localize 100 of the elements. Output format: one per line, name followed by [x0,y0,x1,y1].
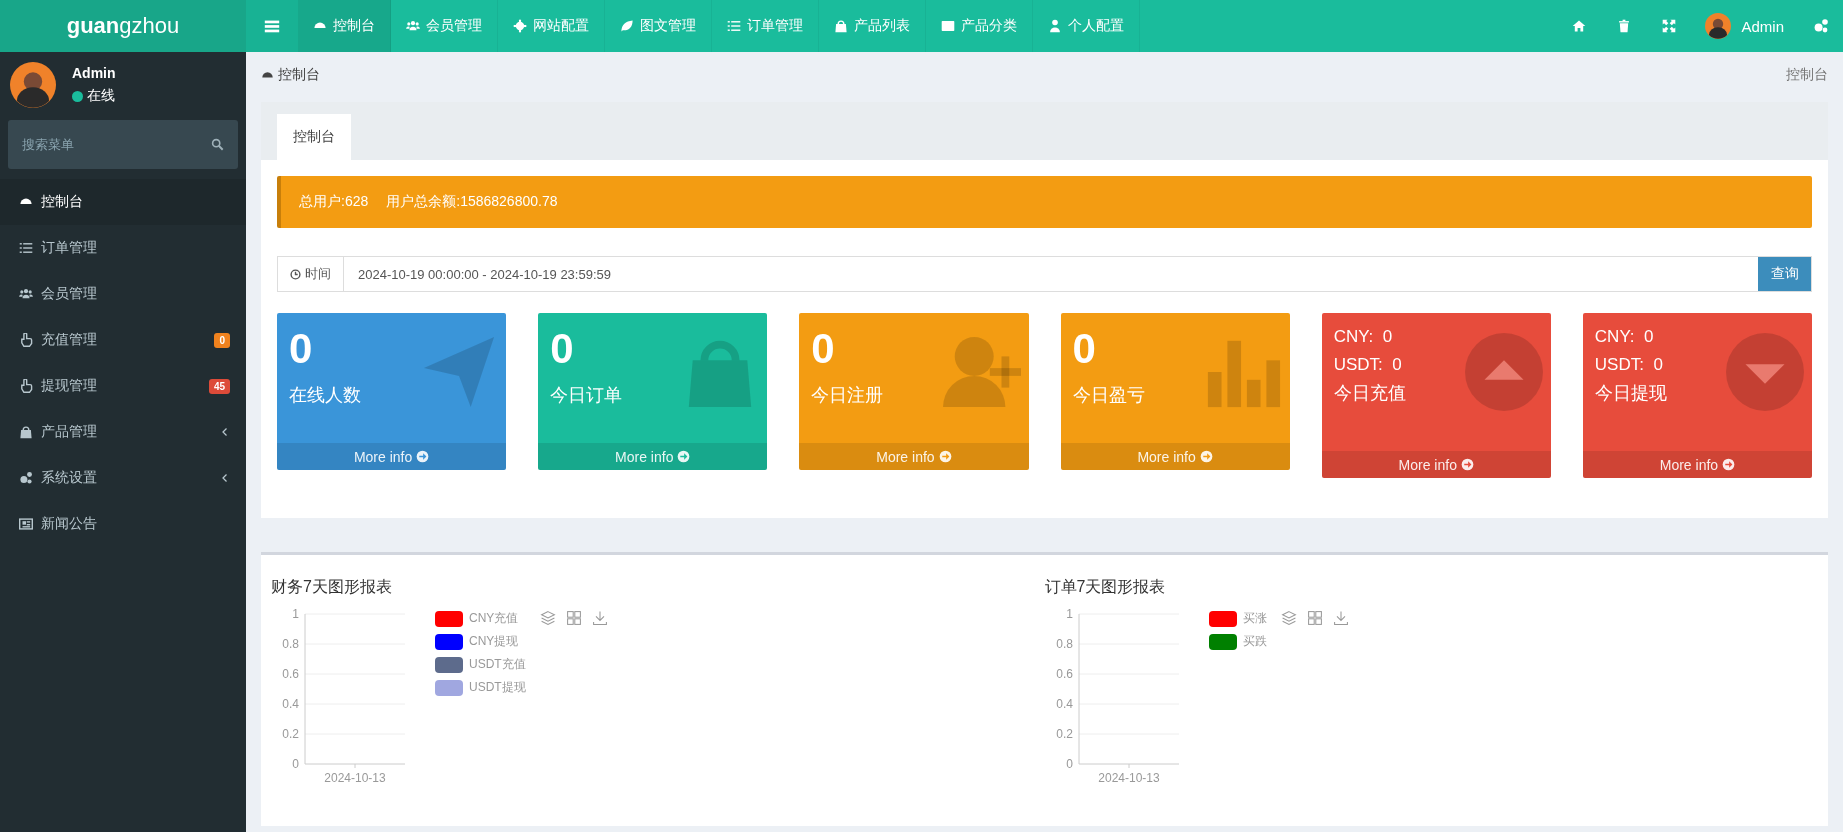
bag-icon [19,425,33,439]
users-icon [406,19,420,33]
person-icon [1048,19,1062,33]
y-tick-label: 1 [292,607,299,621]
y-tick-label: 0.2 [282,727,299,741]
sidebar-item[interactable]: 控制台 [0,179,246,225]
date-label: 时间 [305,265,331,283]
legend-label[interactable]: CNY充值 [469,610,519,627]
nav-tab[interactable]: 产品分类 [926,0,1033,52]
status-dot [72,90,83,102]
stat-value: 0 [289,324,313,374]
legend-label[interactable]: CNY提现 [469,633,519,650]
avatar [10,62,56,108]
more-info-link[interactable]: More info [277,443,507,470]
list-icon [19,241,33,255]
arrow-circle-icon [1460,458,1474,471]
pointing-hand-icon [19,333,33,347]
grid-icon[interactable] [1306,610,1323,626]
home-icon[interactable] [1571,19,1586,33]
users-icon [19,287,33,301]
y-tick-label: 0.8 [1055,637,1073,651]
nav-tab[interactable]: 会员管理 [391,0,498,52]
x-tick-label: 2024-10-13 [324,771,386,785]
stat-value: CNY: 0 [1333,326,1393,348]
nav-tab[interactable]: 图文管理 [605,0,712,52]
leaf-icon [620,19,634,33]
expand-icon[interactable] [1661,19,1676,33]
breadcrumb[interactable]: 控制台 [261,66,320,84]
avatar [1705,13,1732,39]
summary-text: 总用户:628 [299,193,369,211]
sidebar-item[interactable]: 会员管理 [0,271,246,317]
x-tick-label: 2024-10-13 [1097,771,1160,785]
stat-value: USDT: 0 [1333,354,1402,376]
sidebar-item[interactable]: 提现管理 45 [0,363,246,409]
layers-icon[interactable] [1280,610,1297,626]
count-badge: 45 [208,378,230,394]
user-name[interactable]: Admin [1741,17,1784,35]
sidebar-item[interactable]: 订单管理 [0,225,246,271]
card-icon [941,19,955,33]
y-tick-label: 0.4 [282,697,299,711]
gears-icon[interactable] [1812,18,1829,34]
list-icon [727,19,741,33]
y-tick-label: 1 [1065,607,1073,621]
nav-tab[interactable]: 个人配置 [1033,0,1140,52]
clock-icon [290,268,301,280]
tab[interactable]: 控制台 [277,114,351,160]
y-tick-label: 0.8 [282,637,299,651]
legend-label[interactable]: USDT充值 [469,656,526,673]
logo[interactable]: guangzhou [0,0,246,52]
grid-icon[interactable] [565,610,582,626]
search-icon[interactable] [211,138,224,151]
summary-text: 用户总余额:1586826800.78 [386,193,558,211]
legend-label[interactable]: USDT提现 [469,679,526,696]
sidebar-item[interactable]: 产品管理 [0,409,246,455]
more-info-link[interactable]: More info [1582,451,1812,478]
date-range-value[interactable]: 2024-10-19 00:00:00 - 2024-10-19 23:59:59 [344,257,1758,291]
chart-title: 财务7天图形报表 [271,577,393,597]
search-field[interactable]: 搜索菜单 [8,120,238,169]
more-info-link[interactable]: More info [538,443,768,470]
pointing-hand-icon [19,379,33,393]
stat-label: 今日注册 [811,384,884,407]
download-icon[interactable] [591,610,608,626]
trash-icon[interactable] [1616,19,1631,33]
nav-tab[interactable]: 网站配置 [498,0,605,52]
sidebar-item[interactable]: 新闻公告 [0,501,246,547]
y-tick-label: 0.6 [1055,667,1073,681]
sidebar-item[interactable]: 充值管理 0 [0,317,246,363]
menu-toggle-button[interactable] [246,0,298,52]
stat-value: 0 [1072,324,1096,374]
y-tick-label: 0.6 [282,667,299,681]
breadcrumb-current: 控制台 [1786,66,1828,84]
stat-value: 0 [550,324,574,374]
more-info-link[interactable]: More info [1321,451,1551,478]
stat-value: 0 [811,324,835,374]
more-info-link[interactable]: More info [799,443,1029,470]
nav-tab[interactable]: 控制台 [298,0,391,52]
newspaper-icon [19,517,33,531]
more-info-link[interactable]: More info [1060,443,1290,470]
count-badge: 0 [214,332,230,348]
sidebar-item[interactable]: 系统设置 [0,455,246,501]
legend-label[interactable]: 买涨 [1242,610,1267,627]
layers-icon[interactable] [539,610,556,626]
arrow-circle-icon [1722,458,1736,471]
arrow-circle-icon [416,450,430,463]
nav-tab[interactable]: 产品列表 [819,0,926,52]
nav-tab[interactable]: 订单管理 [712,0,819,52]
chart-title: 订单7天图形报表 [1044,577,1167,597]
date-range-field[interactable]: 时间 2024-10-19 00:00:00 - 2024-10-19 23:59:59 查询 [277,256,1812,292]
stat-label: 今日盈亏 [1072,384,1145,407]
query-button[interactable]: 查询 [1758,257,1811,291]
arrow-circle-icon [1199,450,1213,463]
download-icon[interactable] [1332,610,1349,626]
y-tick-label: 0.2 [1055,727,1073,741]
y-tick-label: 0 [292,757,299,771]
bag-icon [834,19,848,33]
stat-label: 在线人数 [289,384,361,407]
stat-label: 今日充值 [1333,382,1406,405]
legend-label[interactable]: 买跌 [1242,633,1267,650]
stat-value: CNY: 0 [1594,326,1654,348]
arrow-circle-icon [677,450,691,463]
